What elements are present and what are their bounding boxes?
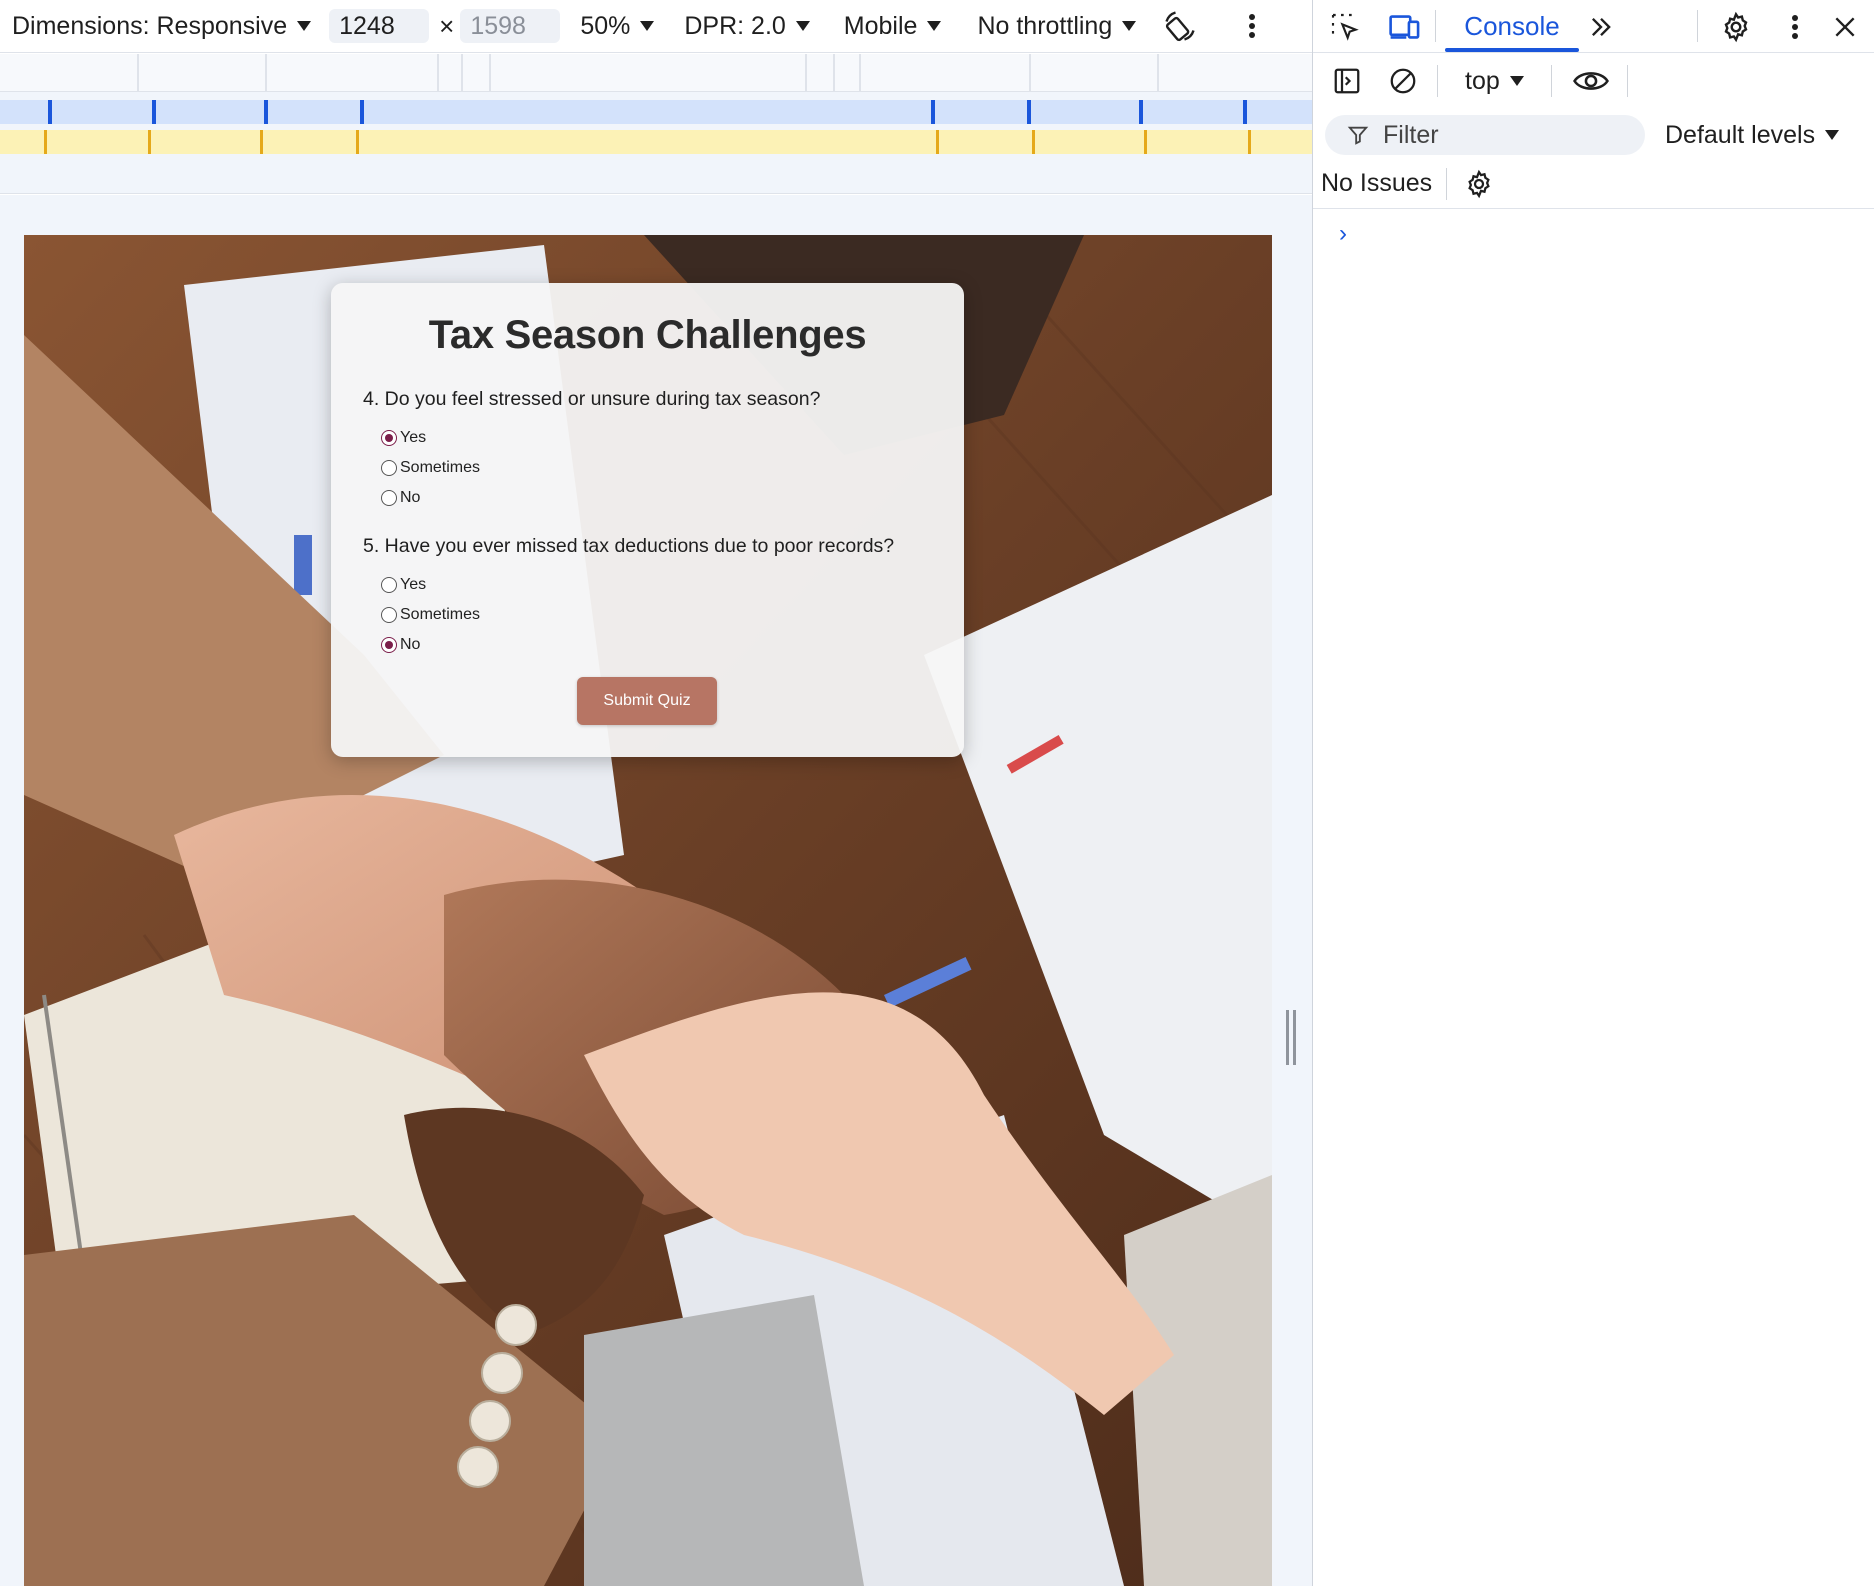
separator (1446, 167, 1448, 200)
rotate-icon[interactable] (1160, 6, 1200, 46)
caret-down-icon (640, 21, 655, 31)
more-tabs-icon[interactable] (1583, 9, 1619, 45)
active-tab-indicator (1445, 48, 1579, 52)
width-input[interactable]: 1248 (329, 9, 430, 43)
caret-down-icon (795, 21, 810, 31)
radio-button[interactable] (381, 490, 397, 506)
more-options-icon[interactable] (1242, 6, 1262, 46)
radio-button-checked[interactable] (381, 430, 397, 446)
filter-icon (1347, 126, 1369, 145)
min-width-query-bar[interactable] (0, 130, 1312, 154)
times-icon: × (439, 10, 455, 41)
issues-label[interactable]: No Issues (1321, 169, 1432, 198)
dpr-dropdown[interactable]: DPR: 2.0 (684, 0, 810, 53)
separator (1627, 65, 1628, 97)
viewport-area: Tax Season Challenges 4. Do you feel str… (0, 195, 1312, 1586)
option-label: Sometimes (400, 459, 481, 476)
device-toolbar: Dimensions: Responsive 1248 × 1598 50% D… (0, 0, 1312, 53)
separator (1435, 10, 1436, 42)
radio-button-checked[interactable] (381, 637, 397, 653)
caret-down-icon (1122, 21, 1137, 31)
radio-option[interactable]: Yes (363, 570, 932, 600)
console-settings-gear-icon[interactable] (1461, 166, 1497, 202)
filter-row: Filter Default levels (1313, 109, 1874, 159)
device-mode-label: Mobile (843, 11, 918, 40)
page-viewport: Tax Season Challenges 4. Do you feel str… (24, 235, 1272, 1586)
caret-down-icon (297, 21, 312, 31)
quiz-card: Tax Season Challenges 4. Do you feel str… (331, 283, 964, 757)
submit-quiz-button[interactable]: Submit Quiz (577, 677, 717, 725)
quiz-title: Tax Season Challenges (428, 313, 867, 357)
radio-option[interactable]: Sometimes (363, 600, 932, 630)
clear-console-icon[interactable] (1385, 63, 1421, 99)
dimensions-label: Dimensions: Responsive (12, 11, 288, 40)
log-levels-dropdown[interactable]: Default levels (1665, 115, 1840, 155)
live-expression-eye-icon[interactable] (1569, 63, 1613, 99)
device-toolbar-icon[interactable] (1385, 9, 1425, 45)
devtools-menu-icon[interactable] (1783, 9, 1807, 45)
inspect-element-icon[interactable] (1327, 9, 1363, 45)
question-block: 5. Have you ever missed tax deductions d… (363, 535, 932, 660)
caret-down-icon (927, 21, 942, 31)
radio-button[interactable] (381, 577, 397, 593)
option-label: No (400, 636, 421, 653)
caret-down-icon (1825, 130, 1840, 140)
separator (1551, 65, 1552, 97)
viewport-resize-handle[interactable] (1286, 1010, 1296, 1065)
max-width-query-bar[interactable] (0, 100, 1312, 124)
question-block: 4. Do you feel stressed or unsure during… (363, 388, 932, 513)
radio-button[interactable] (381, 607, 397, 623)
console-prompt-icon[interactable]: › (1339, 220, 1347, 248)
tab-console[interactable]: Console (1445, 0, 1579, 53)
gear-icon[interactable] (1717, 8, 1755, 46)
throttling-label: No throttling (977, 11, 1113, 40)
separator (1697, 10, 1698, 42)
radio-button[interactable] (381, 460, 397, 476)
devtools-panel: Console top Filter Default levels No Iss… (1312, 0, 1874, 1586)
issues-row: No Issues (1313, 159, 1874, 209)
filter-placeholder: Filter (1383, 120, 1439, 149)
device-mode-dropdown[interactable]: Mobile (844, 0, 942, 53)
radio-option[interactable]: Yes (363, 423, 932, 453)
radio-option[interactable]: Sometimes (363, 453, 932, 483)
caret-down-icon (1509, 76, 1524, 86)
option-label: No (400, 489, 421, 506)
media-query-bars (0, 54, 1312, 194)
zoom-dropdown[interactable]: 50% (580, 0, 655, 53)
radio-option[interactable]: No (363, 483, 932, 513)
dimensions-dropdown[interactable]: Dimensions: Responsive (12, 0, 312, 53)
option-label: Yes (400, 429, 427, 446)
question-text: 5. Have you ever missed tax deductions d… (363, 535, 895, 557)
option-label: Sometimes (400, 606, 481, 623)
ruler (0, 54, 1312, 92)
context-dropdown[interactable]: top (1465, 63, 1524, 99)
throttling-dropdown[interactable]: No throttling (977, 0, 1137, 53)
radio-option[interactable]: No (363, 630, 932, 660)
separator (1437, 65, 1438, 97)
sidebar-toggle-icon[interactable] (1329, 63, 1365, 99)
option-label: Yes (400, 576, 427, 593)
devtools-tab-bar: Console (1313, 0, 1874, 53)
levels-label: Default levels (1665, 120, 1816, 149)
zoom-label: 50% (580, 11, 631, 40)
filter-input[interactable]: Filter (1325, 115, 1645, 155)
context-label: top (1465, 66, 1500, 95)
dpr-label: DPR: 2.0 (684, 11, 786, 40)
question-text: 4. Do you feel stressed or unsure during… (363, 388, 821, 410)
close-icon[interactable] (1827, 9, 1863, 45)
console-toolbar: top (1313, 53, 1874, 109)
height-input[interactable]: 1598 (460, 9, 561, 43)
